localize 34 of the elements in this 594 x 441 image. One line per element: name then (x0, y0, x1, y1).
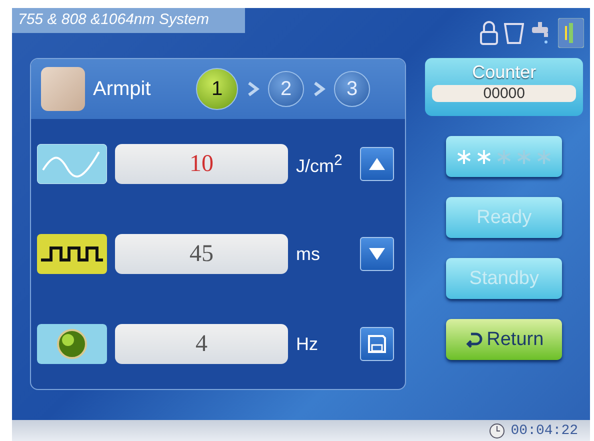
return-button[interactable]: Return (446, 319, 562, 360)
chevron-icon (246, 81, 260, 97)
lock-icon (480, 21, 498, 45)
increase-button[interactable] (360, 147, 394, 181)
snowflake-icon (516, 148, 532, 164)
snowflake-icon (496, 148, 512, 164)
up-triangle-icon (369, 158, 385, 170)
value-field[interactable]: 10 (115, 144, 288, 184)
down-triangle-icon (369, 248, 385, 260)
snowflake-icon (536, 148, 552, 164)
treatment-tab[interactable]: Armpit 1 2 3 (31, 59, 406, 119)
thermometer-icon (558, 18, 584, 48)
square-wave-icon (37, 234, 107, 274)
return-arrow-icon (464, 330, 483, 348)
unit-label: ms (296, 244, 321, 264)
save-button[interactable] (360, 327, 394, 361)
cup-icon (504, 22, 524, 44)
value-field[interactable]: 4 (115, 324, 288, 364)
counter-value: 00000 (432, 85, 576, 102)
value-field[interactable]: 45 (115, 234, 288, 274)
wave-icon (37, 144, 107, 184)
unit-label: Hz (296, 334, 319, 354)
snowflake-icon (456, 148, 472, 164)
snowflake-icon (476, 148, 492, 164)
photo-placeholder (41, 67, 85, 111)
unit-label: J/cm$^{2}$ (296, 152, 344, 176)
clock-icon (488, 422, 505, 438)
window-title: 755 & 808 &1064nm System (12, 8, 245, 33)
area-label: Armpit (93, 78, 152, 100)
chevron-icon (312, 81, 326, 97)
decrease-button[interactable] (360, 237, 394, 271)
elapsed-time: 00:04:22 (510, 422, 578, 438)
counter-label: Counter (472, 62, 536, 83)
step-indicator[interactable]: 1 (196, 68, 238, 110)
